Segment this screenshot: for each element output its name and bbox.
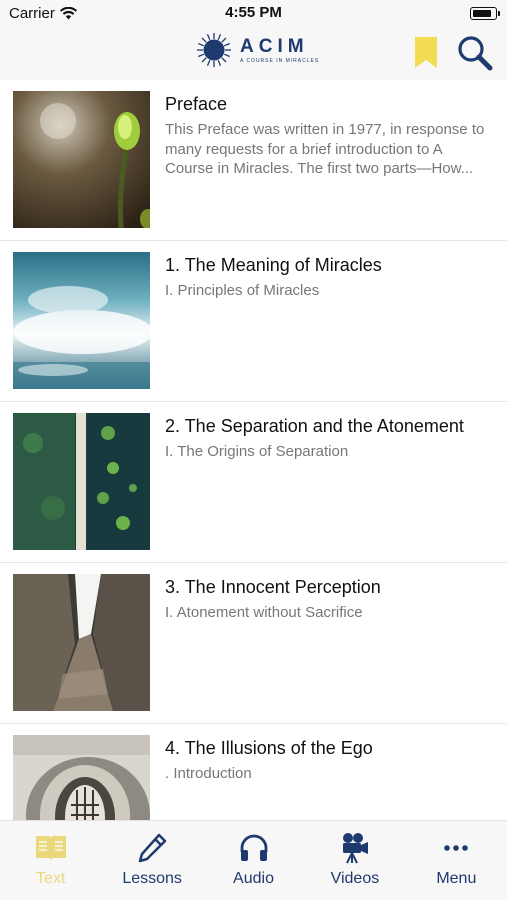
tab-label: Audio [233, 870, 274, 887]
app-logo: ACIM A COURSE IN MIRACLES [196, 32, 319, 68]
status-time: 4:55 PM [225, 4, 282, 21]
video-camera-icon [342, 833, 368, 864]
logo-title: ACIM [240, 36, 309, 57]
chapter-list: Preface This Preface was written in 1977… [0, 80, 507, 820]
tab-label: Text [36, 870, 66, 887]
tab-label: Videos [330, 870, 380, 887]
tab-text[interactable]: Text [0, 821, 101, 900]
tab-audio[interactable]: Audio [203, 821, 304, 900]
chapter-thumbnail [13, 574, 150, 711]
tab-label: Lessons [122, 870, 182, 887]
search-icon [458, 36, 493, 71]
chapter-subtitle: This Preface was written in 1977, in res… [165, 121, 485, 177]
chapter-subtitle: I. Atonement without Sacrifice [165, 604, 363, 621]
chapter-subtitle: I. The Origins of Separation [165, 443, 349, 460]
bookmark-icon [415, 37, 437, 68]
list-item[interactable]: 3. The Innocent Perception I. Atonement … [0, 563, 507, 724]
more-icon [444, 845, 469, 851]
battery-icon [470, 7, 500, 20]
chapter-subtitle: I. Principles of Miracles [165, 282, 320, 299]
status-bar: Carrier 4:55 PM [0, 0, 507, 28]
chapter-title: 1. The Meaning of Miracles [165, 255, 382, 275]
chapter-title: 4. The Illusions of the Ego [165, 738, 373, 758]
list-item[interactable]: 1. The Meaning of Miracles I. Principles… [0, 241, 507, 402]
tab-menu[interactable]: Menu [406, 821, 507, 900]
list-item[interactable]: 2. The Separation and the Atonement I. T… [0, 402, 507, 563]
bookmarks-button[interactable] [413, 36, 439, 70]
logo-subtitle: A COURSE IN MIRACLES [240, 58, 320, 64]
tab-lessons[interactable]: Lessons [101, 821, 202, 900]
tab-bar: Text Lessons Audio Videos Menu [0, 820, 507, 900]
tab-label: Menu [436, 870, 477, 887]
chapter-title: 3. The Innocent Perception [165, 577, 381, 597]
chapter-thumbnail [13, 252, 150, 389]
chapter-title: Preface [165, 94, 228, 114]
list-item[interactable]: 4. The Illusions of the Ego . Introducti… [0, 724, 507, 820]
search-button[interactable] [456, 34, 494, 72]
app-header: ACIM A COURSE IN MIRACLES [0, 28, 507, 80]
chapter-thumbnail [13, 735, 150, 820]
book-icon [35, 836, 66, 861]
chapter-subtitle: . Introduction [165, 765, 252, 782]
headphones-icon [240, 834, 267, 861]
chapter-thumbnail [13, 413, 150, 550]
list-item[interactable]: Preface This Preface was written in 1977… [0, 80, 507, 241]
sunburst-logo-icon [197, 33, 231, 67]
tab-videos[interactable]: Videos [304, 821, 405, 900]
chapter-title: 2. The Separation and the Atonement [165, 416, 464, 436]
chapter-thumbnail [13, 91, 150, 228]
pencil-icon [138, 833, 167, 863]
